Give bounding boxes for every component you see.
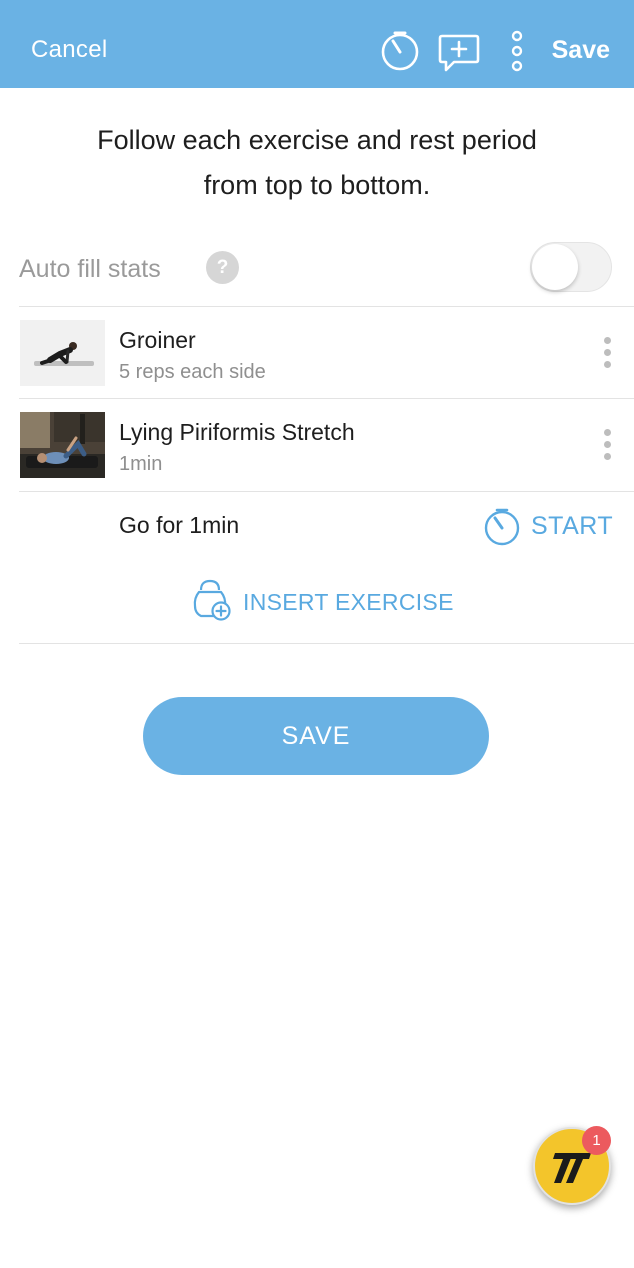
instructions-line-1: Follow each exercise and rest period: [97, 125, 537, 155]
rest-period-row: Go for 1min START: [0, 500, 634, 552]
piriformis-thumbnail-image: [20, 412, 105, 478]
exercise-name: Lying Piriformis Stretch: [119, 419, 355, 445]
auto-fill-label: Auto fill stats: [19, 255, 161, 283]
divider: [19, 643, 634, 644]
exercise-detail: 1min: [119, 453, 163, 475]
notification-badge: 1: [582, 1126, 611, 1155]
groiner-thumbnail-image: [20, 320, 105, 386]
auto-fill-toggle[interactable]: [530, 242, 612, 292]
exercise-options-icon[interactable]: [601, 429, 613, 465]
help-icon[interactable]: ?: [206, 251, 239, 284]
toggle-knob: [532, 244, 578, 290]
more-vertical-icon[interactable]: [507, 30, 527, 72]
exercise-name: Groiner: [119, 327, 196, 353]
exercise-thumbnail: [20, 412, 105, 478]
stopwatch-icon[interactable]: [379, 30, 421, 72]
exercise-options-icon[interactable]: [601, 337, 613, 373]
top-nav-bar: Cancel Save: [0, 0, 634, 88]
save-button[interactable]: SAVE: [143, 697, 489, 775]
instructions-text: Follow each exercise and rest period fro…: [40, 118, 594, 208]
save-header-button[interactable]: Save: [552, 36, 610, 65]
insert-exercise-label: INSERT EXERCISE: [243, 589, 454, 615]
divider: [19, 491, 634, 492]
start-timer-button[interactable]: START: [531, 512, 613, 541]
timer-icon[interactable]: [482, 507, 522, 547]
kettlebell-add-icon: [193, 579, 231, 621]
exercise-row-lying-piriformis-stretch[interactable]: Lying Piriformis Stretch 1min: [0, 399, 634, 489]
exercise-thumbnail: [20, 320, 105, 386]
instructions-line-2: from top to bottom.: [203, 170, 431, 200]
exercise-row-groiner[interactable]: Groiner 5 reps each side: [0, 307, 634, 397]
rest-period-text: Go for 1min: [119, 512, 240, 538]
exercise-detail: 5 reps each side: [119, 361, 266, 383]
cancel-button[interactable]: Cancel: [31, 36, 108, 64]
auto-fill-row: Auto fill stats ?: [0, 238, 634, 300]
add-comment-icon[interactable]: [438, 33, 480, 73]
